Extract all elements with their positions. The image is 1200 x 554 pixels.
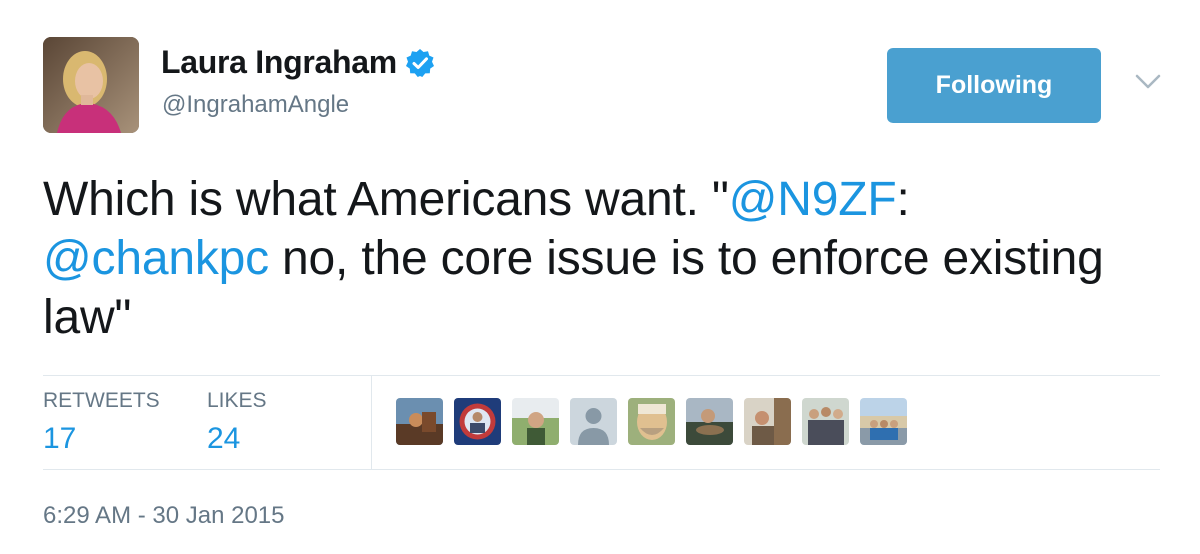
divider	[43, 375, 1160, 376]
tweet-text-segment: :	[896, 173, 910, 226]
liker-avatar[interactable]	[396, 398, 443, 445]
following-button[interactable]: Following	[887, 48, 1101, 123]
divider	[43, 469, 1160, 470]
tweet-timestamp[interactable]: 6:29 AM - 30 Jan 2015	[43, 502, 285, 530]
author-avatar[interactable]	[43, 37, 139, 133]
mention-link-n9zf[interactable]: @N9ZF	[729, 173, 897, 226]
retweets-stat[interactable]: RETWEETS 17	[43, 389, 160, 456]
liker-avatar[interactable]	[512, 398, 559, 445]
author-avatar-image	[43, 37, 139, 133]
likes-count: 24	[207, 422, 241, 455]
tweet-card: Laura Ingraham @IngrahamAngle Following …	[0, 0, 1200, 554]
liker-avatar[interactable]	[802, 398, 849, 445]
liker-avatar[interactable]	[454, 398, 501, 445]
likes-stat[interactable]: LIKES 24	[207, 389, 267, 456]
liker-avatar[interactable]	[860, 398, 907, 445]
tweet-text: Which is what Americans want. "@N9ZF: @ch…	[43, 170, 1153, 347]
chevron-down-icon[interactable]	[1135, 74, 1161, 90]
liker-avatar[interactable]	[744, 398, 791, 445]
stats-divider	[371, 376, 372, 469]
mention-link-chankpc[interactable]: @chankpc	[43, 232, 269, 285]
author-name[interactable]: Laura Ingraham	[161, 44, 397, 81]
liker-avatar[interactable]	[570, 398, 617, 445]
retweets-label: RETWEETS	[43, 389, 160, 412]
tweet-text-segment: Which is what Americans want. "	[43, 173, 729, 226]
liker-avatars	[396, 398, 918, 445]
verified-badge-icon	[405, 48, 434, 77]
likes-label: LIKES	[207, 389, 267, 412]
author-handle[interactable]: @IngrahamAngle	[162, 91, 349, 119]
liker-avatar[interactable]	[628, 398, 675, 445]
retweets-count: 17	[43, 422, 77, 455]
liker-avatar[interactable]	[686, 398, 733, 445]
author-name-row: Laura Ingraham	[161, 44, 435, 81]
